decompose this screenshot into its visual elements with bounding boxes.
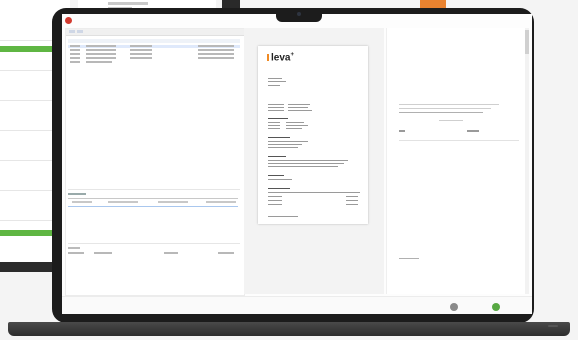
notch: [276, 8, 322, 22]
camera-icon: [297, 12, 301, 16]
document-preview-area: leva+: [244, 28, 384, 294]
table-row[interactable]: [68, 53, 240, 56]
approve-button[interactable]: [492, 303, 500, 311]
table-row[interactable]: [68, 57, 240, 60]
invoice-document[interactable]: leva+: [258, 46, 368, 224]
laptop-base: [8, 322, 570, 336]
form-field[interactable]: [399, 130, 405, 132]
table-row[interactable]: [68, 49, 240, 52]
leva-mark-icon: [267, 54, 269, 62]
toolbar-button[interactable]: [69, 30, 75, 33]
form-field[interactable]: [467, 130, 479, 132]
bg-text: [108, 2, 148, 5]
table-row[interactable]: [68, 45, 240, 48]
toolbar-button[interactable]: [77, 30, 83, 33]
footer-bar: [62, 296, 532, 314]
pane-toolbar: [66, 29, 244, 36]
app-logo-icon[interactable]: [65, 17, 72, 24]
booking-form-pane: [386, 28, 529, 294]
base-right-label: [548, 325, 558, 327]
laptop-screen: leva+: [62, 14, 532, 314]
back-button[interactable]: [450, 303, 458, 311]
invoice-list-pane: [65, 28, 245, 296]
leva-logo: leva+: [267, 52, 294, 63]
scrollbar[interactable]: [525, 28, 529, 294]
table-header: [68, 39, 240, 43]
details-panel: [68, 189, 240, 210]
summary-panel: [68, 243, 240, 258]
bg-dark-block: [222, 0, 240, 8]
table-row[interactable]: [68, 61, 240, 64]
